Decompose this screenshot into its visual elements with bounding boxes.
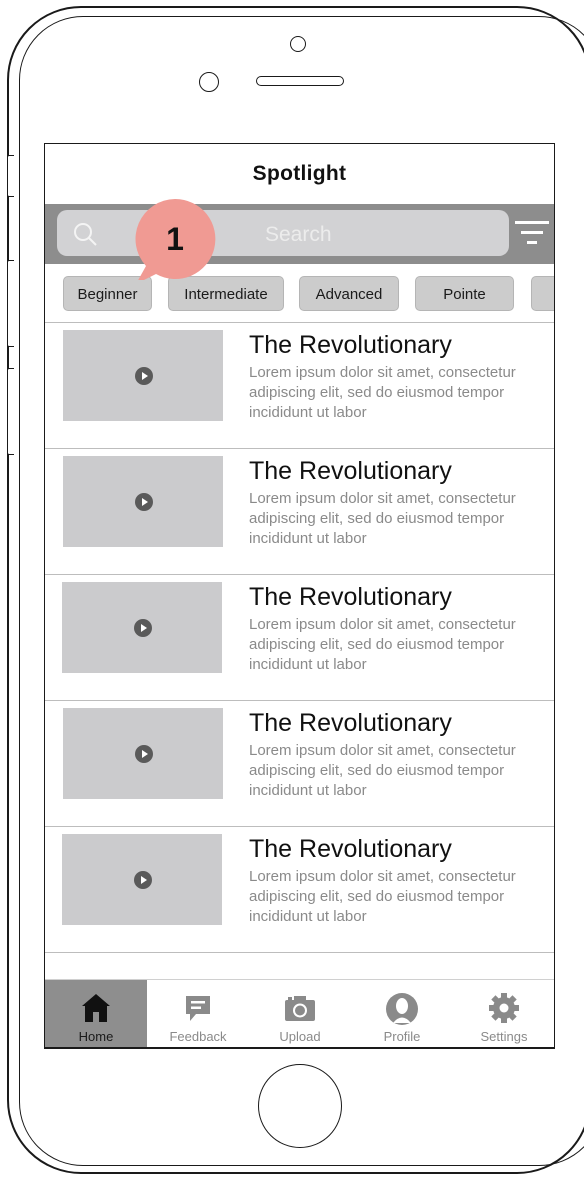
item-description: Lorem ipsum dolor sit amet, consectetur … <box>249 742 516 799</box>
tab-label: Home <box>78 1029 114 1044</box>
tab-label: Settings <box>480 1029 528 1044</box>
home-icon <box>82 994 110 1022</box>
item-description: Lorem ipsum dolor sit amet, consectetur … <box>249 490 516 547</box>
tab-label: Upload <box>279 1029 321 1044</box>
tab-feedback[interactable]: Feedback <box>147 980 249 1047</box>
item-title: The Revolutionary <box>249 331 452 359</box>
item-title: The Revolutionary <box>249 835 452 863</box>
chip-more[interactable] <box>531 276 554 311</box>
camera-icon <box>285 996 315 1021</box>
page-title: Spotlight <box>252 162 347 185</box>
proximity-sensor <box>199 72 219 92</box>
item-description: Lorem ipsum dolor sit amet, consectetur … <box>249 616 516 673</box>
play-icon[interactable] <box>135 367 153 385</box>
item-title: The Revolutionary <box>249 709 452 737</box>
annotation-callout: 1 <box>134 198 216 280</box>
video-thumbnail[interactable] <box>62 582 222 673</box>
video-thumbnail[interactable] <box>62 834 222 925</box>
earpiece-speaker <box>256 76 344 86</box>
filter-chips: Beginner Intermediate Advanced Pointe <box>45 276 554 312</box>
search-icon <box>74 223 97 246</box>
volume-down-button <box>7 368 14 455</box>
video-thumbnail[interactable] <box>63 330 223 421</box>
list-item[interactable]: The Revolutionary Lorem ipsum dolor sit … <box>45 575 554 701</box>
chip-advanced[interactable]: Advanced <box>299 276 399 311</box>
play-icon[interactable] <box>134 619 152 637</box>
chip-pointe[interactable]: Pointe <box>415 276 514 311</box>
list-item[interactable]: The Revolutionary Lorem ipsum dolor sit … <box>45 827 554 953</box>
bottom-tab-bar: Home Feedback Upload Profile Settings <box>45 979 554 1047</box>
search-placeholder: Search <box>265 223 332 246</box>
list-item[interactable]: The Revolutionary Lorem ipsum dolor sit … <box>45 449 554 575</box>
list-item[interactable]: The Revolutionary Lorem ipsum dolor sit … <box>45 323 554 449</box>
tab-upload[interactable]: Upload <box>249 980 351 1047</box>
item-description: Lorem ipsum dolor sit amet, consectetur … <box>249 364 516 421</box>
profile-icon <box>386 993 418 1025</box>
search-bar: Search <box>45 204 554 264</box>
front-camera <box>290 36 306 52</box>
item-description: Lorem ipsum dolor sit amet, consectetur … <box>249 868 516 925</box>
chip-beginner[interactable]: Beginner <box>63 276 152 311</box>
item-title: The Revolutionary <box>249 457 452 485</box>
play-icon[interactable] <box>135 745 153 763</box>
annotation-number: 1 <box>166 221 184 257</box>
feedback-icon <box>186 996 210 1021</box>
item-title: The Revolutionary <box>249 583 452 611</box>
tab-label: Profile <box>383 1029 421 1044</box>
list-item[interactable]: The Revolutionary Lorem ipsum dolor sit … <box>45 701 554 827</box>
chip-intermediate[interactable]: Intermediate <box>168 276 284 311</box>
filter-icon[interactable] <box>515 221 549 247</box>
video-thumbnail[interactable] <box>63 708 223 799</box>
gear-icon <box>489 993 519 1023</box>
video-thumbnail[interactable] <box>63 456 223 547</box>
search-input[interactable]: Search <box>57 210 509 256</box>
tab-home[interactable]: Home <box>45 980 147 1047</box>
home-button[interactable] <box>258 1064 342 1148</box>
mute-switch <box>7 155 14 197</box>
tab-label: Feedback <box>169 1029 227 1044</box>
tab-profile[interactable]: Profile <box>351 980 453 1047</box>
tab-settings[interactable]: Settings <box>453 980 554 1047</box>
play-icon[interactable] <box>134 871 152 889</box>
volume-up-button <box>7 260 14 347</box>
play-icon[interactable] <box>135 493 153 511</box>
app-screen: Spotlight Search Beginner Intermediate A… <box>44 143 555 1049</box>
